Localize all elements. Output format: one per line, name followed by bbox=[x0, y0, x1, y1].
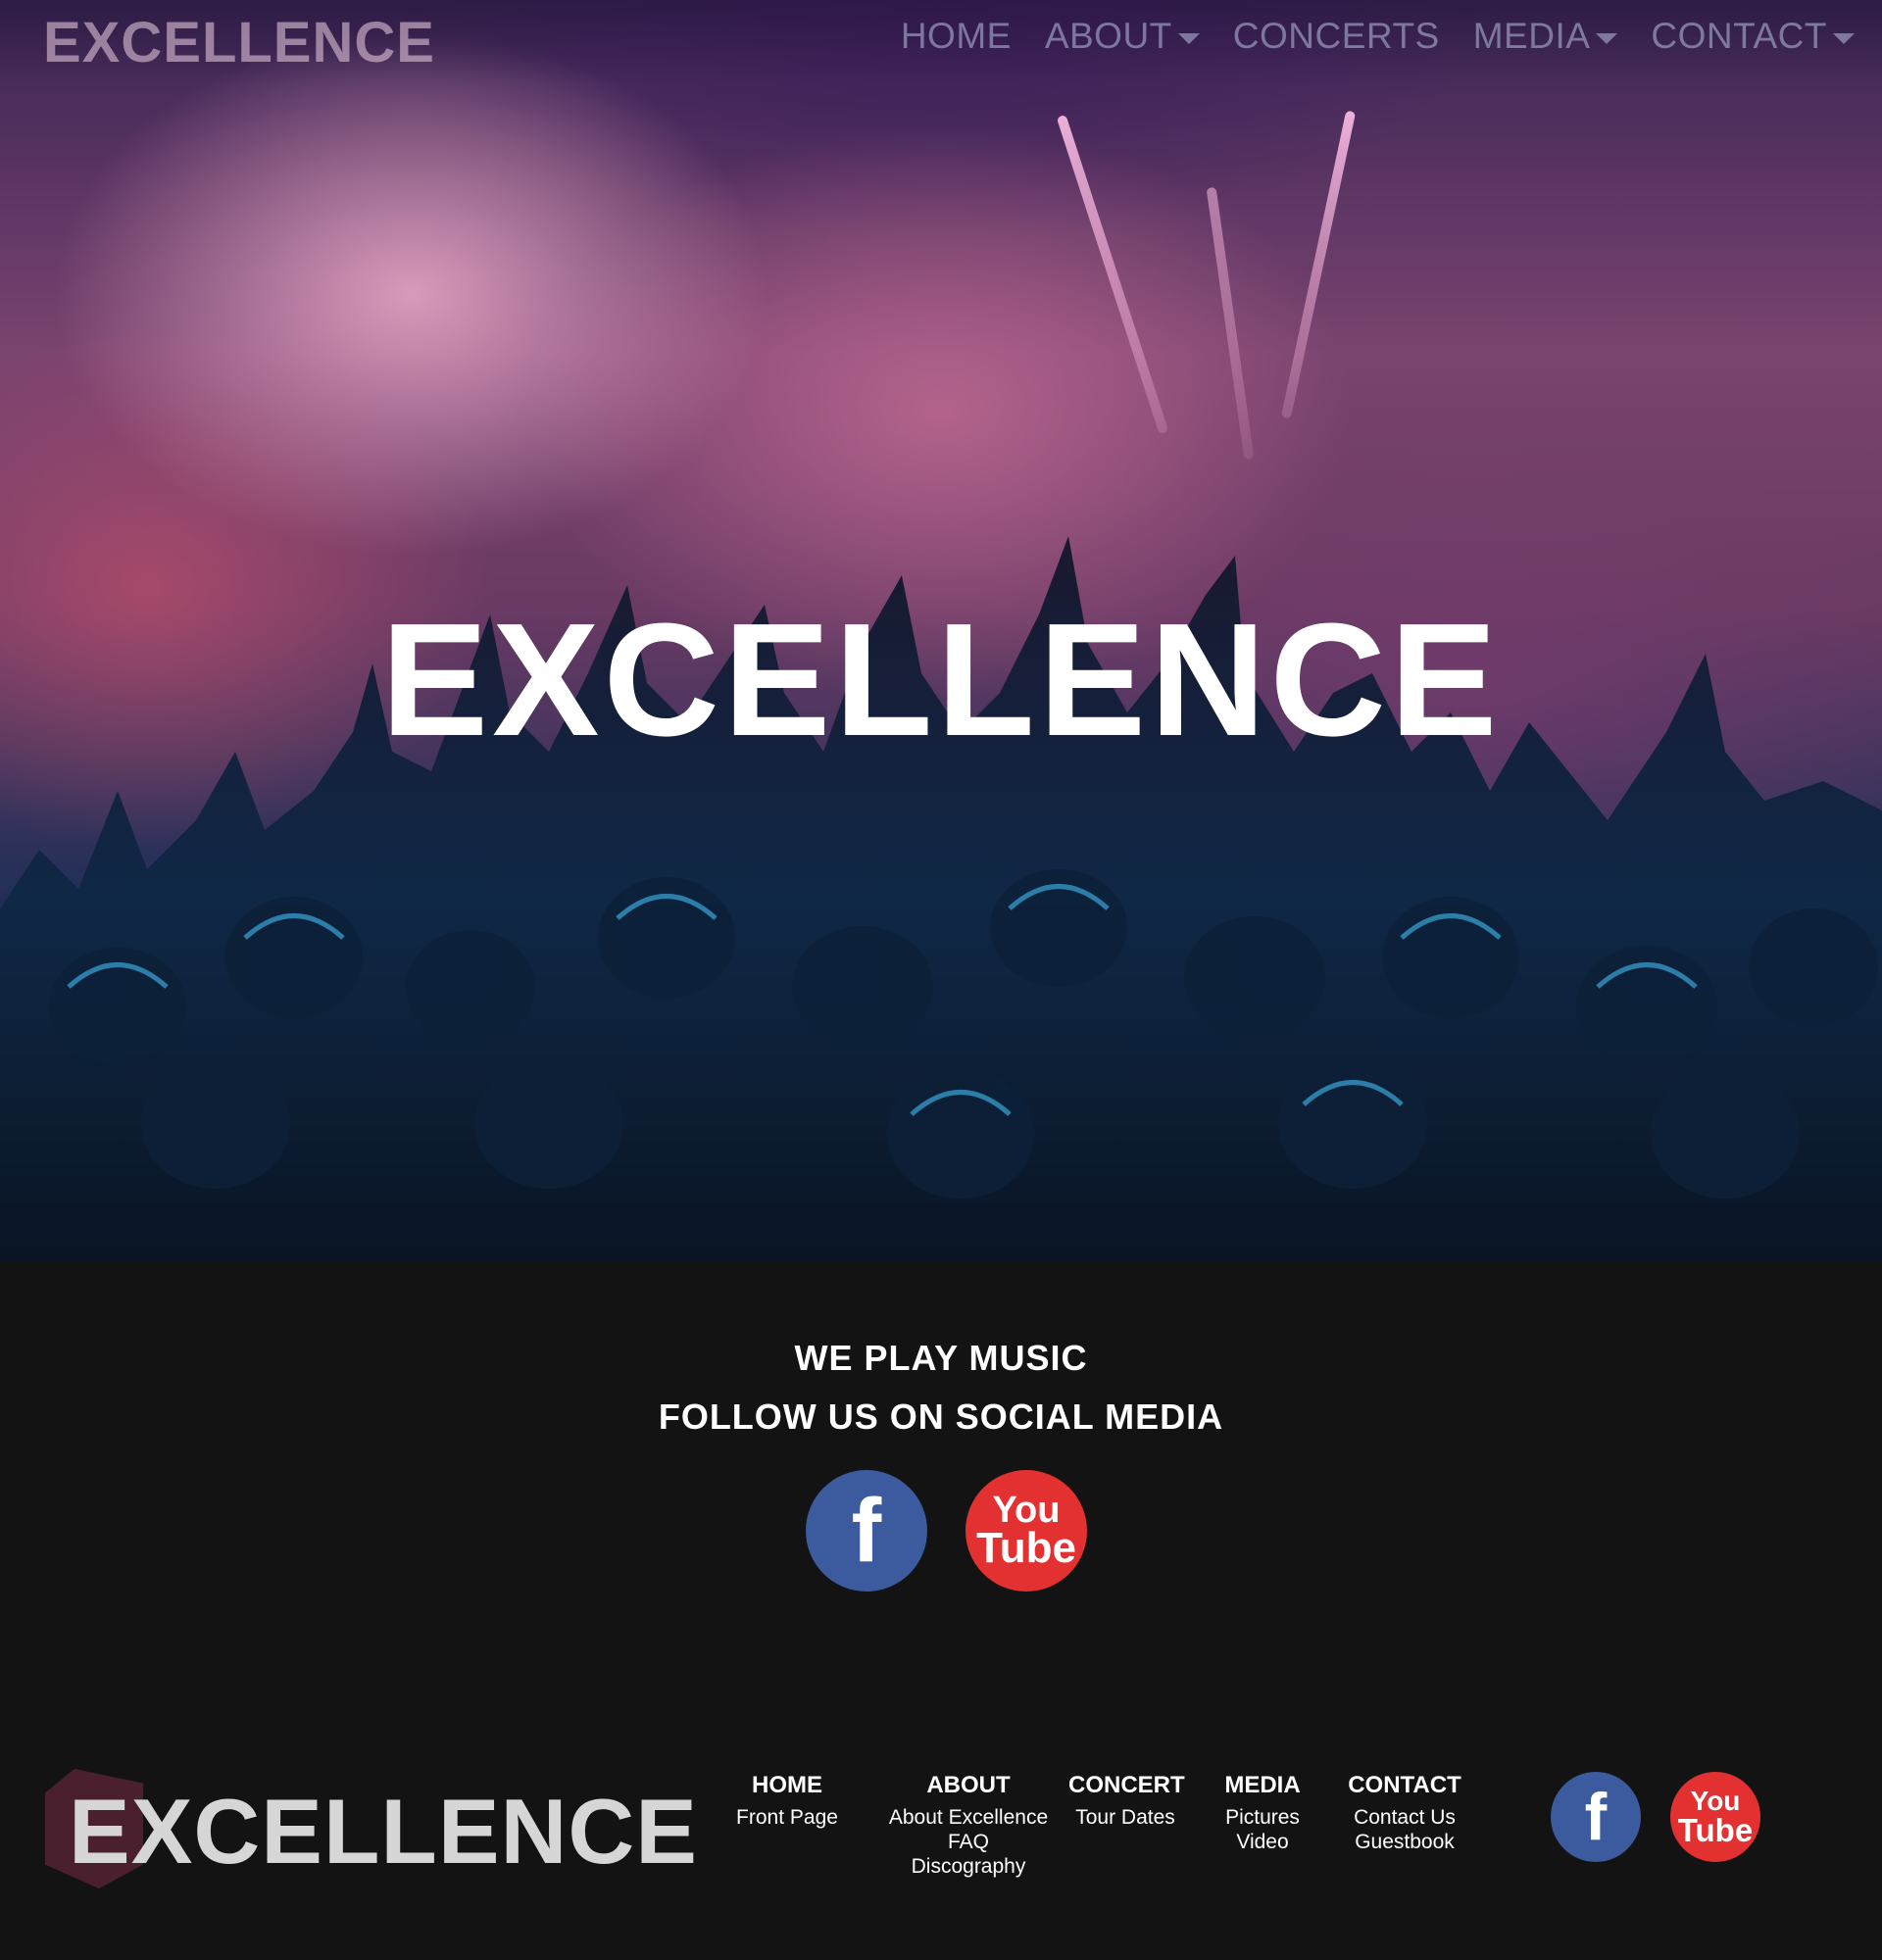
nav-home-label: HOME bbox=[900, 16, 1012, 56]
hero-title: EXCELLENCE bbox=[380, 590, 1502, 769]
footer-link-contact-us[interactable]: Contact Us bbox=[1341, 1805, 1468, 1830]
footer-column-about: ABOUT About Excellence FAQ Discography bbox=[877, 1772, 1060, 1879]
nav-concerts-label: CONCERTS bbox=[1232, 16, 1440, 56]
footer-heading-concert[interactable]: CONCERT bbox=[1068, 1772, 1185, 1799]
stage-light-beam bbox=[1280, 110, 1357, 419]
footer-link-faq[interactable]: FAQ bbox=[877, 1830, 1060, 1854]
footer-link-discography[interactable]: Discography bbox=[877, 1854, 1060, 1879]
footer-facebook-link[interactable]: f bbox=[1551, 1772, 1641, 1862]
footer-youtube-link[interactable]: You Tube bbox=[1670, 1772, 1760, 1862]
nav-contact-label: CONTACT bbox=[1651, 16, 1827, 56]
chevron-down-icon bbox=[1177, 32, 1200, 44]
nav-about-label: ABOUT bbox=[1044, 16, 1172, 56]
youtube-link[interactable]: You Tube bbox=[966, 1470, 1087, 1592]
nav-media[interactable]: MEDIA bbox=[1473, 16, 1618, 57]
youtube-icon: You Tube bbox=[966, 1470, 1087, 1592]
facebook-icon: f bbox=[1584, 1780, 1608, 1854]
footer-heading-media[interactable]: MEDIA bbox=[1215, 1772, 1310, 1799]
site-logo-text: EXCELLENCE bbox=[43, 11, 435, 74]
chevron-down-icon bbox=[1596, 32, 1618, 44]
footer-column-concert: CONCERT Tour Dates bbox=[1068, 1772, 1185, 1830]
footer-heading-home[interactable]: HOME bbox=[730, 1772, 844, 1799]
nav-home[interactable]: HOME bbox=[901, 16, 1012, 57]
footer-heading-about[interactable]: ABOUT bbox=[877, 1772, 1060, 1799]
footer-logo[interactable]: EXCELLENCE bbox=[69, 1779, 698, 1885]
youtube-icon-text-bottom: Tube bbox=[1677, 1811, 1754, 1848]
footer-column-home: HOME Front Page bbox=[730, 1772, 844, 1830]
facebook-icon: f bbox=[851, 1480, 882, 1581]
footer-link-front-page[interactable]: Front Page bbox=[730, 1805, 844, 1830]
footer-link-guestbook[interactable]: Guestbook bbox=[1341, 1830, 1468, 1854]
nav-contact[interactable]: CONTACT bbox=[1651, 16, 1855, 57]
top-navigation: EXCELLENCE HOME ABOUT CONCERTS MEDIA CON… bbox=[0, 0, 1882, 86]
footer-column-media: MEDIA Pictures Video bbox=[1215, 1772, 1310, 1854]
footer-link-about-excellence[interactable]: About Excellence bbox=[877, 1805, 1060, 1830]
footer-heading-contact[interactable]: CONTACT bbox=[1341, 1772, 1468, 1799]
chevron-down-icon bbox=[1833, 32, 1855, 44]
nav-about[interactable]: ABOUT bbox=[1045, 16, 1200, 57]
youtube-icon-text-top: You bbox=[992, 1490, 1061, 1532]
footer-column-contact: CONTACT Contact Us Guestbook bbox=[1341, 1772, 1468, 1854]
tagline: WE PLAY MUSIC bbox=[794, 1338, 1088, 1378]
youtube-icon: You Tube bbox=[1670, 1772, 1760, 1862]
hero-section: EXCELLENCE bbox=[0, 0, 1882, 1261]
footer-link-tour-dates[interactable]: Tour Dates bbox=[1068, 1805, 1182, 1830]
footer-link-pictures[interactable]: Pictures bbox=[1215, 1805, 1310, 1830]
main-menu: HOME ABOUT CONCERTS MEDIA CONTACT bbox=[901, 16, 1855, 57]
site-logo[interactable]: EXCELLENCE bbox=[27, 10, 435, 86]
footer-link-video[interactable]: Video bbox=[1215, 1830, 1310, 1854]
nav-media-label: MEDIA bbox=[1472, 16, 1591, 56]
social-heading: FOLLOW US ON SOCIAL MEDIA bbox=[658, 1396, 1224, 1437]
nav-concerts[interactable]: CONCERTS bbox=[1233, 16, 1440, 57]
facebook-link[interactable]: f bbox=[806, 1470, 927, 1592]
youtube-icon-text-top: You bbox=[1690, 1786, 1741, 1817]
youtube-icon-text-bottom: Tube bbox=[976, 1524, 1076, 1573]
stage-light-beam bbox=[1056, 114, 1169, 435]
stage-light-beam bbox=[1206, 186, 1255, 461]
